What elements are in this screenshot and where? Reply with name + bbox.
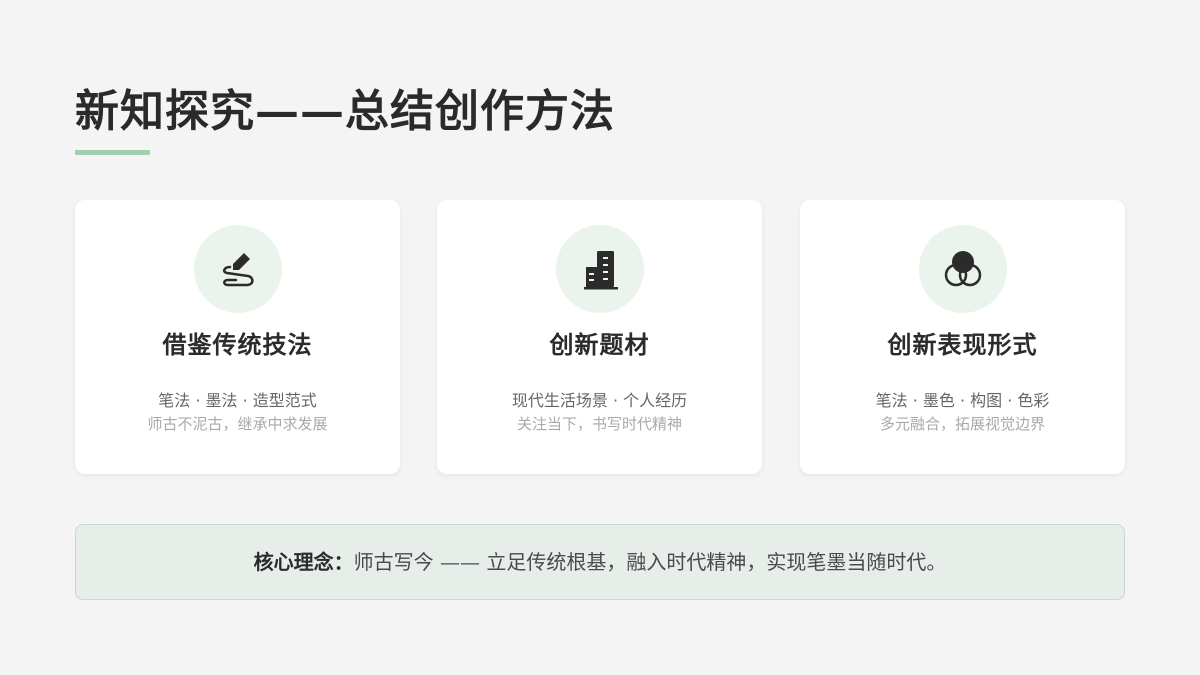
building-icon [584,251,618,290]
card-new-subjects: 创新题材 现代生活场景 · 个人经历 关注当下，书写时代精神 [437,200,762,474]
core-concept-text: 核心理念：师古写今 —— 立足传统根基，融入时代精神，实现笔墨当随时代。 [76,525,1124,599]
core-concept-label: 核心理念： [253,550,354,574]
core-concept-body: 师古写今 —— 立足传统根基，融入时代精神，实现笔墨当随时代。 [353,550,947,574]
icon-circle [919,225,1007,313]
card-subtitle: 笔法 · 墨法 · 造型范式 [158,391,317,410]
card-title: 借鉴传统技法 [162,330,313,359]
card-title: 创新题材 [549,330,650,359]
core-concept-box: 核心理念：师古写今 —— 立足传统根基，融入时代精神，实现笔墨当随时代。 [75,524,1125,600]
card-description: 多元融合，拓展视觉边界 [879,415,1045,433]
card-description: 关注当下，书写时代精神 [516,415,682,433]
title-underline [75,150,150,155]
brush-stroke-icon [222,253,254,287]
card-subtitle: 现代生活场景 · 个人经历 [511,391,688,410]
icon-circle [556,225,644,313]
icon-circle [194,225,282,313]
card-new-expression: 创新表现形式 笔法 · 墨色 · 构图 · 色彩 多元融合，拓展视觉边界 [800,200,1125,474]
card-title: 创新表现形式 [887,330,1038,359]
card-description: 师古不泥古，继承中求发展 [147,415,328,433]
page-title: 新知探究——总结创作方法 [75,86,615,137]
overlapping-circles-icon [944,251,982,287]
card-traditional-techniques: 借鉴传统技法 笔法 · 墨法 · 造型范式 师古不泥古，继承中求发展 [75,200,400,474]
card-subtitle: 笔法 · 墨色 · 构图 · 色彩 [875,391,1050,410]
